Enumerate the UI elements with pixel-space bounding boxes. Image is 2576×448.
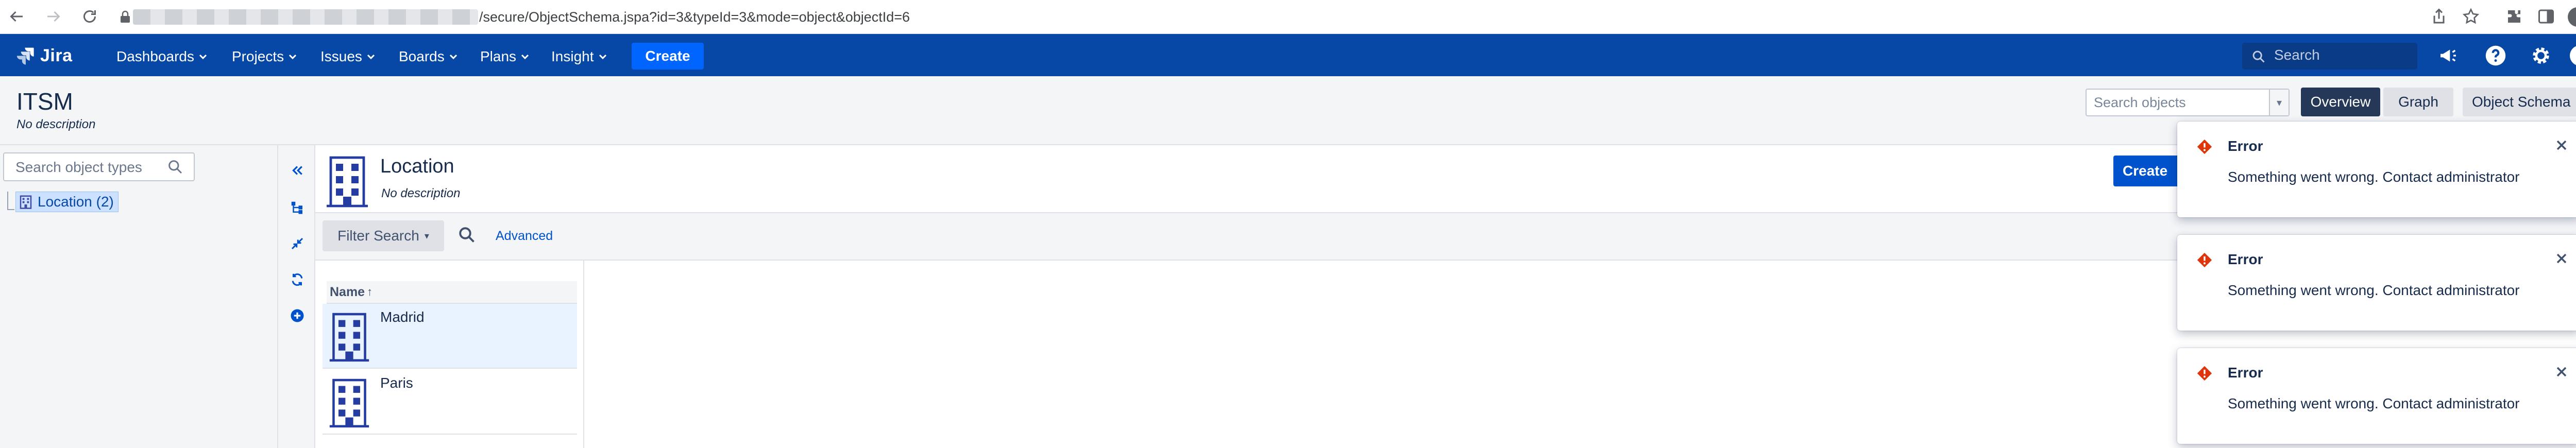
menu-boards[interactable]: Boards <box>399 47 458 66</box>
error-flag-title: Error <box>2228 365 2263 381</box>
building-icon <box>325 154 370 208</box>
chevron-down-icon <box>367 54 375 60</box>
chevron-down-icon <box>199 54 207 60</box>
menu-issues[interactable]: Issues <box>320 47 376 66</box>
tree-item-label: Location (2) <box>38 194 114 210</box>
menu-dashboards-label: Dashboards <box>116 48 194 64</box>
filter-search-dropdown[interactable]: Filter Search ▾ <box>323 220 444 251</box>
menu-insight[interactable]: Insight <box>551 47 607 66</box>
page-title: ITSM <box>16 88 73 115</box>
address-bar-url[interactable]: /secure/ObjectSchema.jspa?id=3&typeId=3&… <box>479 7 910 27</box>
sort-ascending-icon: ↑ <box>367 285 373 298</box>
error-flag: Error Something went wrong. Contact admi… <box>2177 348 2576 444</box>
search-icon <box>2251 49 2266 64</box>
header-search-input[interactable] <box>2242 43 2417 70</box>
close-icon[interactable] <box>2553 250 2570 267</box>
chevron-down-icon <box>289 54 297 60</box>
tab-object-schema[interactable]: Object Schema <box>2463 88 2576 116</box>
tab-graph[interactable]: Graph <box>2383 88 2453 116</box>
add-object-type-icon[interactable] <box>287 306 307 325</box>
list-item-label: Paris <box>380 375 413 391</box>
tree-tools-column <box>278 145 315 448</box>
search-icon[interactable] <box>457 226 476 244</box>
object-type-tree-panel <box>0 145 278 448</box>
error-icon <box>2197 252 2212 268</box>
jira-header <box>0 34 2576 76</box>
whats-new-megaphone-icon[interactable] <box>2436 42 2461 69</box>
search-icon <box>167 159 183 175</box>
object-type-title: Location <box>380 156 454 177</box>
list-item-label: Madrid <box>380 309 425 325</box>
column-header-label: Name <box>330 284 365 299</box>
hierarchy-icon[interactable] <box>287 198 307 217</box>
building-icon <box>329 378 369 428</box>
error-icon <box>2197 366 2212 381</box>
extensions-icon[interactable] <box>2505 7 2523 26</box>
menu-boards-label: Boards <box>399 48 445 64</box>
error-flag-title: Error <box>2228 251 2263 267</box>
search-object-types-placeholder: Search object types <box>15 159 142 175</box>
error-flag: Error Something went wrong. Contact admi… <box>2177 122 2576 217</box>
building-icon <box>20 195 32 209</box>
menu-plans[interactable]: Plans <box>480 47 530 66</box>
menu-dashboards[interactable]: Dashboards <box>116 47 208 66</box>
list-item[interactable]: Paris <box>323 370 577 435</box>
bookmark-star-icon[interactable] <box>2462 7 2480 26</box>
error-flag-message: Something went wrong. Contact administra… <box>2228 395 2520 411</box>
chevron-down-icon <box>599 54 606 60</box>
close-icon[interactable] <box>2553 137 2570 153</box>
create-button[interactable]: Create <box>632 43 704 70</box>
reload-icon[interactable] <box>80 7 99 26</box>
refresh-icon[interactable] <box>287 270 307 289</box>
error-flag-message: Something went wrong. Contact administra… <box>2228 169 2520 185</box>
help-icon[interactable] <box>2483 42 2508 69</box>
tree-connector <box>7 192 14 210</box>
error-flag-message: Something went wrong. Contact administra… <box>2228 282 2520 298</box>
forward-icon[interactable] <box>44 7 63 26</box>
advanced-search-link[interactable]: Advanced <box>496 229 553 244</box>
building-icon <box>329 313 369 362</box>
close-icon[interactable] <box>2553 364 2570 380</box>
collapse-panel-icon[interactable] <box>287 161 307 180</box>
error-flag-title: Error <box>2228 138 2263 154</box>
jira-logo[interactable]: Jira <box>15 45 73 66</box>
object-type-description: No description <box>381 186 461 200</box>
caret-down-icon: ▾ <box>424 230 429 241</box>
chevron-down-icon <box>449 54 457 60</box>
tab-overview[interactable]: Overview <box>2301 88 2380 116</box>
tree-item-location[interactable]: Location (2) <box>15 192 118 212</box>
list-item[interactable]: Madrid <box>323 304 577 369</box>
menu-plans-label: Plans <box>480 48 517 64</box>
header-search-placeholder: Search <box>2274 47 2320 63</box>
url-redacted <box>133 9 478 25</box>
share-icon[interactable] <box>2430 7 2448 26</box>
search-objects-placeholder: Search objects <box>2094 95 2186 110</box>
menu-projects[interactable]: Projects <box>232 47 297 66</box>
error-icon <box>2197 139 2212 154</box>
collapse-all-icon[interactable] <box>287 234 307 253</box>
chevron-down-icon <box>521 54 529 60</box>
jira-logo-icon <box>16 47 34 65</box>
chevron-down-icon[interactable]: ▾ <box>2269 90 2289 115</box>
back-icon[interactable] <box>7 7 26 26</box>
schema-description: No description <box>16 117 96 131</box>
lock-icon[interactable] <box>120 10 131 24</box>
filter-search-label: Filter Search <box>337 228 419 244</box>
column-header-name[interactable]: Name ↑ <box>327 281 577 304</box>
jira-logo-text: Jira <box>40 45 73 65</box>
menu-projects-label: Projects <box>232 48 284 64</box>
sidebar-toggle-icon[interactable] <box>2537 7 2555 26</box>
menu-insight-label: Insight <box>551 48 594 64</box>
menu-issues-label: Issues <box>320 48 362 64</box>
settings-gear-icon[interactable] <box>2529 42 2553 69</box>
create-object-button[interactable]: Create <box>2113 156 2180 186</box>
error-flag: Error Something went wrong. Contact admi… <box>2177 235 2576 331</box>
